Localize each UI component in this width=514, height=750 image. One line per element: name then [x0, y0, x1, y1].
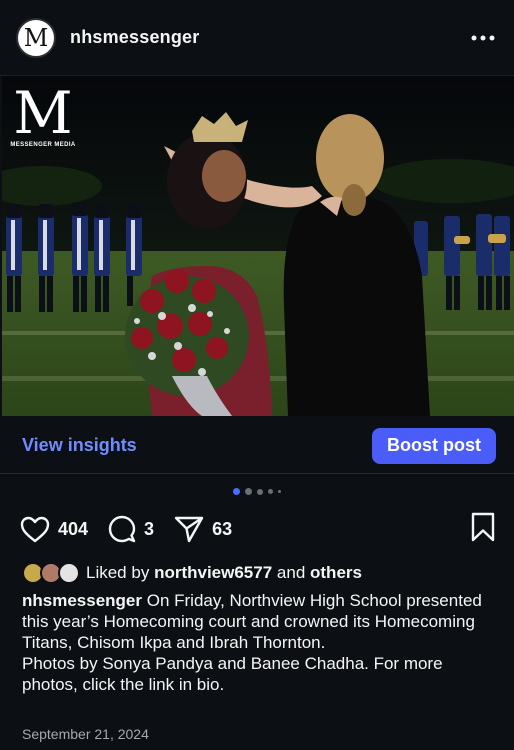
boost-post-button[interactable]: Boost post	[372, 427, 496, 464]
liked-by-prefix: Liked by	[86, 563, 150, 582]
like-action[interactable]: 404	[20, 516, 88, 543]
carousel-dot	[257, 488, 263, 495]
carousel-dot	[278, 490, 281, 493]
carousel-dot	[233, 488, 240, 495]
shares-count: 63	[212, 518, 233, 539]
liked-by-user[interactable]: northview6577	[154, 563, 272, 583]
caption-credit: Photos by Sonya Pandya and Banee Chadha.…	[22, 654, 443, 694]
bookmark-icon[interactable]	[470, 512, 496, 542]
action-bar: 404 3 63	[20, 510, 496, 548]
comments-count: 3	[144, 518, 155, 539]
share-action[interactable]: 63	[174, 515, 232, 543]
caption-main: nhsmessenger On Friday, Northview High S…	[22, 590, 492, 653]
carousel-dot	[245, 488, 252, 495]
liker-avatars	[22, 562, 80, 584]
likes-count: 404	[58, 518, 89, 539]
liked-by-others[interactable]: others	[310, 563, 362, 583]
comment-action[interactable]: 3	[108, 515, 154, 543]
bookmark-button[interactable]	[470, 512, 496, 547]
watermark-logo: M	[13, 79, 73, 147]
liked-by-row[interactable]: Liked by northview6577 and others	[22, 562, 362, 584]
post-date: September 21, 2024	[22, 726, 149, 742]
messenger-media-watermark: M MESSENGER MEDIA	[10, 84, 76, 148]
view-insights-link[interactable]: View insights	[22, 435, 137, 456]
insights-row: View insights Boost post	[0, 418, 514, 474]
liker-avatar	[58, 562, 80, 584]
caption-username[interactable]: nhsmessenger	[22, 591, 142, 610]
comment-icon[interactable]	[108, 515, 136, 543]
share-icon[interactable]	[174, 515, 204, 543]
avatar-logo: M	[23, 23, 49, 52]
photo-illustration	[2, 76, 514, 416]
username[interactable]: nhsmessenger	[70, 27, 199, 48]
heart-icon[interactable]	[20, 516, 50, 543]
avatar[interactable]: M	[16, 17, 56, 58]
post-photo[interactable]: M MESSENGER MEDIA	[2, 76, 514, 416]
carousel-indicator	[0, 488, 514, 495]
liked-by-and: and	[276, 563, 306, 582]
post-header: M nhsmessenger	[0, 0, 514, 76]
watermark-text: MESSENGER MEDIA	[10, 142, 76, 148]
more-options-icon[interactable]	[468, 23, 498, 53]
caption: nhsmessenger On Friday, Northview High S…	[22, 590, 492, 695]
carousel-dot	[268, 489, 273, 494]
